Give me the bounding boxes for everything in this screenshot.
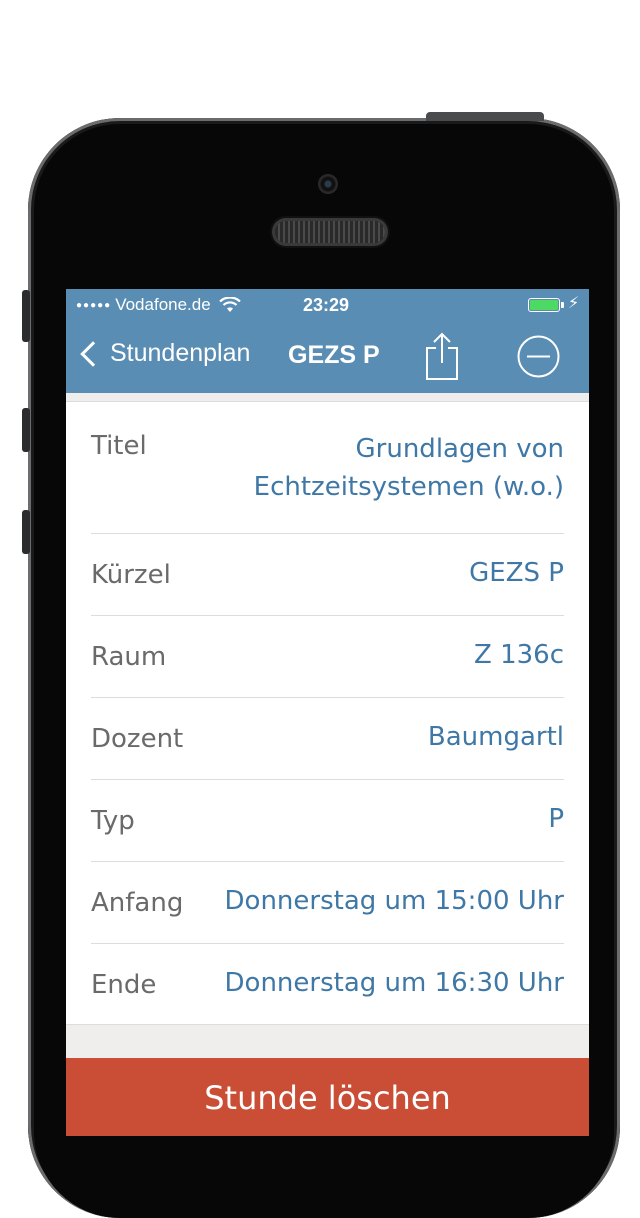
detail-label: Ende [91,970,157,1000]
detail-value: P [548,804,564,834]
detail-value: Grundlagen von Echtzeitsystemen (w.o.) [254,430,564,506]
detail-value: Baumgartl [427,722,564,752]
status-time: 23:29 [303,295,350,315]
detail-list: Titel Grundlagen von Echtzeitsystemen (w… [66,401,589,1025]
mute-switch [22,290,30,342]
earpiece-speaker [275,221,385,243]
detail-value-line-1: Grundlagen von [355,434,564,464]
share-icon[interactable] [423,331,461,381]
detail-row-raum: Raum Z 136c [91,616,564,698]
detail-row-kuerzel: Kürzel GEZS P [91,534,564,616]
page-title: GEZS P [288,341,380,369]
carrier-name: Vodafone.de [115,295,211,314]
detail-row-typ: Typ P [91,780,564,862]
minus-circle-icon[interactable] [516,334,561,379]
battery-icon [528,298,560,312]
detail-label: Dozent [91,724,184,754]
detail-value: GEZS P [469,558,564,588]
navigation-header: ●●●●● Vodafone.de 23:29 ⚡ Stundenplan GE… [66,289,589,393]
status-carrier: ●●●●● Vodafone.de [76,295,241,315]
detail-label: Anfang [91,888,184,918]
detail-row-anfang: Anfang Donnerstag um 15:00 Uhr [91,862,564,944]
detail-value: Donnerstag um 15:00 Uhr [224,886,564,916]
back-label: Stundenplan [110,339,251,367]
detail-label: Raum [91,642,167,672]
back-button[interactable]: Stundenplan [78,339,250,368]
detail-label: Kürzel [91,560,171,590]
wifi-icon [218,297,241,312]
detail-row-ende: Ende Donnerstag um 16:30 Uhr [91,944,564,1025]
volume-up-button [22,408,30,452]
detail-row-titel: Titel Grundlagen von Echtzeitsystemen (w… [91,401,564,534]
power-button [426,112,544,121]
app-screen: ●●●●● Vodafone.de 23:29 ⚡ Stundenplan GE… [66,289,589,1136]
signal-strength-icon: ●●●●● [76,299,112,311]
chevron-left-icon [80,340,106,367]
charging-bolt-icon: ⚡ [568,293,580,312]
section-spacer [66,1024,589,1059]
front-camera [318,174,338,194]
detail-label: Titel [91,431,147,461]
detail-value-line-2: Echtzeitsystemen (w.o.) [253,472,564,502]
detail-value: Donnerstag um 16:30 Uhr [224,968,564,998]
detail-label: Typ [91,806,135,836]
detail-row-dozent: Dozent Baumgartl [91,698,564,780]
battery-tip [561,302,564,308]
volume-down-button [22,510,30,554]
delete-lesson-button[interactable]: Stunde löschen [66,1058,589,1136]
detail-value: Z 136c [474,640,564,670]
